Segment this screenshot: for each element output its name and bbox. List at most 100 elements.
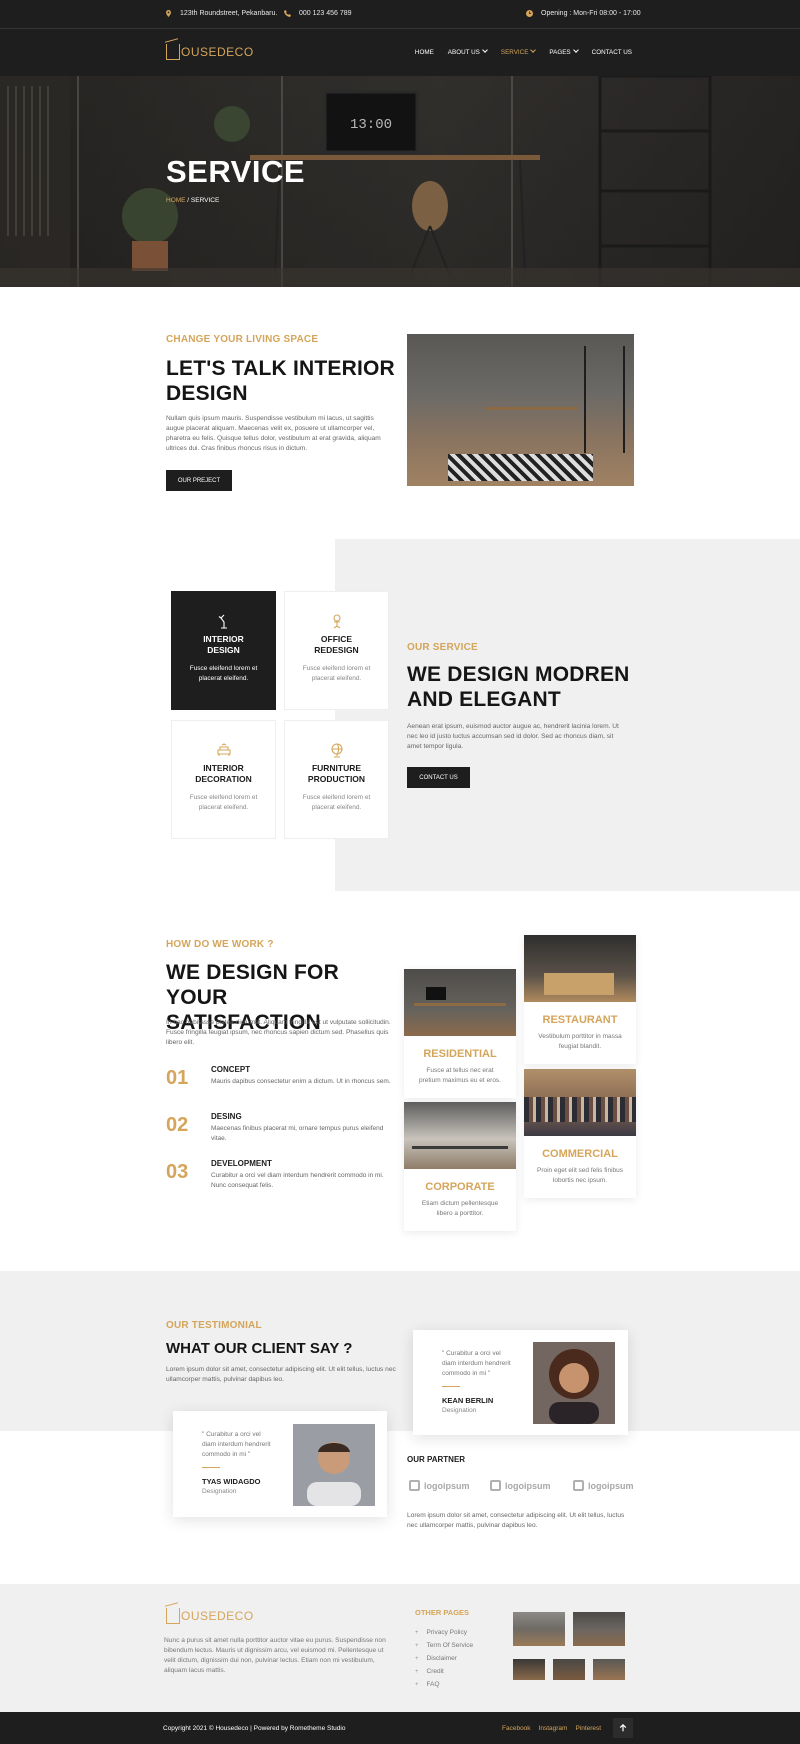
testimonial-card-kean: " Curabitur a orci vel diam interdum hen… — [413, 1330, 628, 1435]
service-title-line-1: WE DESIGN MODREN — [407, 663, 630, 686]
nav-home[interactable]: HOME — [415, 49, 434, 56]
footer-link-privacy[interactable]: Privacy Policy — [415, 1629, 467, 1636]
step-text: Curabitur a orci vel diam interdum hendr… — [211, 1172, 384, 1189]
nav-service[interactable]: SERVICE — [500, 47, 537, 56]
step-text: Maecenas finibus placerat mi, ornare tem… — [211, 1125, 384, 1142]
contact-us-button[interactable]: CONTACT US — [407, 767, 470, 788]
corporate-image — [404, 1102, 516, 1169]
map-pin-icon — [166, 9, 171, 17]
hours-text: Opening : Mon-Fri 08:00 - 17:00 — [541, 9, 641, 17]
about-title: LET'S TALK INTERIOR DESIGN — [166, 356, 396, 406]
footer-gallery-thumb[interactable] — [513, 1659, 545, 1680]
footer-gallery-thumb[interactable] — [513, 1612, 565, 1646]
project-card-restaurant[interactable]: RESTAURANT Vestibulum porttitor in massa… — [524, 935, 636, 1064]
services-background — [335, 539, 800, 891]
about-text: Nullam quis ipsum mauris. Suspendisse ve… — [166, 415, 381, 452]
footer-gallery-thumb[interactable] — [573, 1612, 625, 1646]
service-card-text: Fusce eleifend lorem et placerat eleifen… — [189, 794, 258, 811]
service-card-furniture-production[interactable]: FURNITURE PRODUCTION Fusce eleifend lorem… — [284, 720, 389, 839]
service-card-interior-design[interactable]: INTERIOR DESIGN Fusce eleifend lorem et p… — [171, 591, 276, 710]
counter-shape — [544, 973, 614, 995]
social-pinterest[interactable]: Pinterest — [575, 1725, 601, 1732]
brand-name: OUSEDECO — [181, 45, 254, 59]
footer-link-terms[interactable]: Term Of Service — [415, 1642, 474, 1649]
client-photo — [533, 1342, 615, 1424]
project-text: Vestibulum porttitor in massa feugiat bl… — [538, 1033, 622, 1050]
nav-contact[interactable]: CONTACT US — [592, 49, 632, 56]
logoipsum-mark-icon — [573, 1480, 584, 1491]
nav-about-label: ABOUT US — [447, 49, 480, 56]
hero-background-image: 13:00 — [0, 76, 800, 287]
chevron-down-icon — [482, 47, 488, 53]
chevron-down-icon — [572, 47, 579, 53]
hero-clock-display: 13:00 — [350, 117, 392, 133]
footer-link-disclaimer[interactable]: Disclaimer — [415, 1655, 457, 1662]
address-text: 123th Roundstreet, Pekanbaru. — [180, 9, 278, 17]
footer-logo[interactable]: OUSEDECO — [166, 1608, 254, 1624]
accent-divider — [202, 1467, 220, 1468]
service-title: WE DESIGN MODREN AND ELEGANT — [407, 662, 637, 712]
brand-name: OUSEDECO — [181, 1609, 254, 1623]
client-name: KEAN BERLIN — [442, 1396, 494, 1405]
nav-about[interactable]: ABOUT US — [447, 47, 488, 56]
residential-image — [404, 969, 516, 1036]
step-title: DESING — [211, 1112, 242, 1121]
partner-name: logoipsum — [588, 1480, 634, 1491]
nav-pages[interactable]: PAGES — [549, 47, 579, 56]
project-card-residential[interactable]: RESIDENTIAL Fusce at tellus nec erat pre… — [404, 969, 516, 1098]
partner-title: OUR PARTNER — [407, 1455, 466, 1464]
project-card-corporate[interactable]: CORPORATE Etiam dictum pellentesque libe… — [404, 1102, 516, 1231]
breadcrumb-home[interactable]: HOME — [166, 197, 186, 204]
project-title: COMMERCIAL — [542, 1148, 618, 1160]
sofa-icon — [216, 742, 232, 758]
partner-logo[interactable]: logoipsum — [490, 1480, 551, 1491]
footer-link-faq[interactable]: FAQ — [415, 1681, 440, 1688]
nav-service-label: SERVICE — [500, 49, 529, 56]
project-text: Etiam dictum pellentesque libero a portt… — [421, 1200, 499, 1217]
service-card-interior-decoration[interactable]: INTERIOR DECORATION Fusce eleifend lorem … — [171, 720, 276, 839]
social-facebook[interactable]: Facebook — [502, 1725, 531, 1732]
main-menu: HOME ABOUT US SERVICE PAGES CONTACT US — [415, 29, 632, 76]
process-text: In hac habitasse platea dictumst. Aliqua… — [166, 1019, 391, 1046]
house-logo-icon — [166, 44, 180, 60]
service-title-line-1: FURNITURE — [311, 763, 362, 773]
quote-line: diam interdum hendrerit — [202, 1441, 271, 1448]
back-to-top-button[interactable] — [613, 1718, 633, 1738]
quote-line: commodo in mi " — [202, 1451, 251, 1458]
process-step: 03 DEVELOPMENT Curabitur a orci vel diam… — [166, 1159, 396, 1199]
footer-gallery-thumb[interactable] — [593, 1659, 625, 1680]
service-card-text: Fusce eleifend lorem et placerat eleifen… — [302, 794, 371, 811]
project-card-commercial[interactable]: COMMERCIAL Proin eget elit sed felis fin… — [524, 1069, 636, 1198]
client-role: Designation — [202, 1488, 237, 1495]
service-text: Aenean erat ipsum, euismod auctor augue … — [407, 723, 619, 750]
nav-pages-label: PAGES — [549, 49, 571, 56]
testimonial-quote: " Curabitur a orci vel diam interdum hen… — [202, 1430, 271, 1460]
partner-logo[interactable]: logoipsum — [573, 1480, 634, 1491]
service-title-line-1: INTERIOR — [203, 634, 244, 644]
footer-link-credit[interactable]: Credit — [415, 1668, 444, 1675]
footer-gallery-thumb[interactable] — [553, 1659, 585, 1680]
testimonial-card-tyas: " Curabitur a orci vel diam interdum hen… — [173, 1411, 387, 1517]
restaurant-image — [524, 935, 636, 1002]
social-instagram[interactable]: Instagram — [539, 1725, 568, 1732]
client-photo — [293, 1424, 375, 1506]
service-title-line-2: DESIGN — [207, 645, 240, 655]
service-title-line-2: REDESIGN — [314, 645, 359, 655]
project-text: Proin eget elit sed felis finibus lobort… — [537, 1167, 623, 1184]
service-title-line-1: OFFICE — [320, 634, 353, 644]
brand-logo[interactable]: OUSEDECO — [166, 44, 254, 60]
step-number: 02 — [166, 1114, 189, 1136]
service-card-office-redesign[interactable]: OFFICE REDESIGN Fusce eleifend lorem et p… — [284, 591, 389, 710]
arrow-up-icon — [619, 1724, 627, 1732]
project-text: Fusce at tellus nec erat pretium maximus… — [418, 1067, 501, 1084]
project-title: RESIDENTIAL — [423, 1048, 497, 1060]
logoipsum-mark-icon — [409, 1480, 420, 1491]
phone-text: 000 123 456 789 — [299, 9, 352, 17]
footer: OUSEDECO Nunc a purus sit amet nulla por… — [0, 1584, 800, 1712]
step-title: DEVELOPMENT — [211, 1159, 272, 1168]
our-project-button[interactable]: OUR PREJECT — [166, 470, 232, 491]
phone-item[interactable]: 000 123 456 789 — [284, 0, 352, 26]
clock-icon — [526, 9, 533, 17]
service-card-text: Fusce eleifend lorem et placerat eleifen… — [189, 665, 258, 682]
partner-logo[interactable]: logoipsum — [409, 1480, 470, 1491]
